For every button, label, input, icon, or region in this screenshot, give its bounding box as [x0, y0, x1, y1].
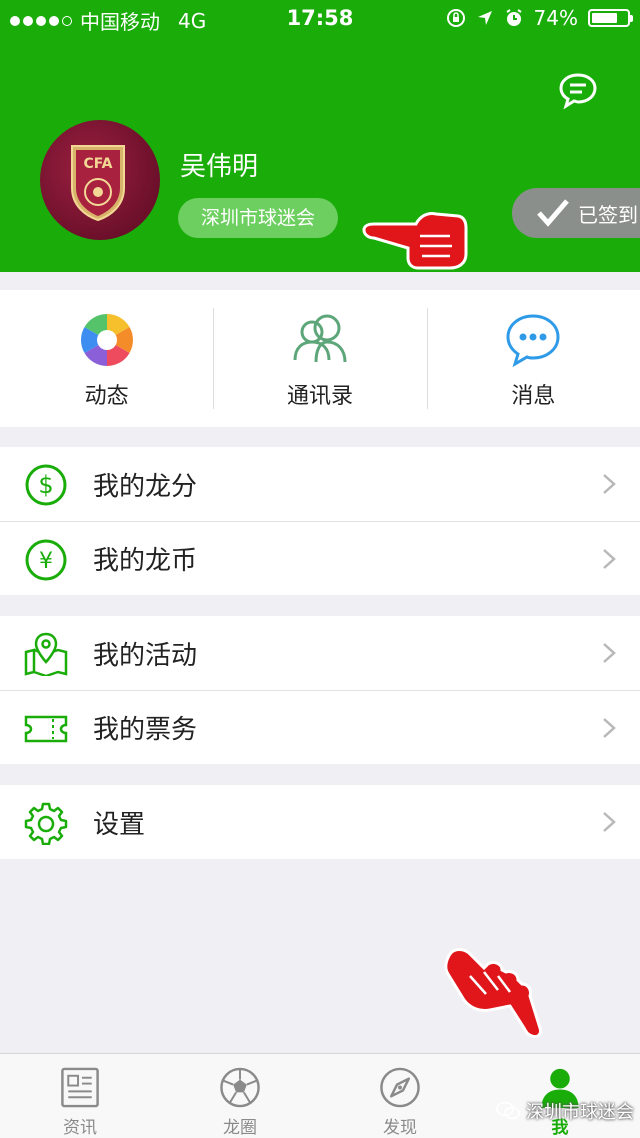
tab-label-circle: 龙圈 [223, 1118, 257, 1138]
chevron-right-icon [603, 549, 616, 569]
svg-text:$: $ [38, 471, 53, 499]
watermark: 深圳市球迷会 [496, 1098, 634, 1124]
gear-icon [24, 802, 68, 845]
battery-icon [588, 9, 633, 27]
ticket-icon [24, 715, 68, 743]
quick-item-messages[interactable]: 消息 [426, 290, 640, 427]
quick-item-contacts[interactable]: 通讯录 [213, 290, 426, 427]
tab-news[interactable]: 资讯 [0, 1054, 160, 1138]
menu-group-events: 我的活动 我的票务 [0, 616, 640, 764]
menu-item-settings[interactable]: 设置 [0, 785, 640, 859]
tab-label-news: 资讯 [63, 1118, 97, 1138]
menu-item-coins[interactable]: ¥ 我的龙币 [0, 521, 640, 595]
alarm-icon [505, 9, 522, 26]
menu-label-coins: 我的龙币 [93, 546, 198, 576]
menu-label-activities: 我的活动 [93, 640, 198, 671]
menu-item-activities[interactable]: 我的活动 [0, 616, 640, 690]
club-badge[interactable]: 深圳市球迷会 [178, 198, 338, 238]
moments-icon [80, 314, 133, 366]
chevron-right-icon [603, 474, 616, 494]
tab-label-discover: 发现 [383, 1118, 417, 1138]
message-icon [506, 314, 560, 368]
watermark-text: 深圳市球迷会 [526, 1102, 634, 1123]
svg-text:CFA: CFA [83, 156, 112, 172]
wechat-logo-icon [496, 1101, 520, 1120]
quick-item-moments[interactable]: 动态 [0, 290, 213, 427]
status-right: 74% [446, 6, 633, 30]
checkmark-icon [537, 199, 569, 227]
map-pin-icon [24, 632, 68, 676]
status-bar: 中国移动 4G 17:58 74% [0, 0, 640, 38]
quick-actions: 动态 通讯录 消息 [0, 290, 640, 427]
checkin-button[interactable]: 已签到 [512, 188, 640, 238]
menu-label-settings: 设置 [93, 809, 146, 840]
news-icon [61, 1067, 99, 1108]
chat-bubble-icon[interactable] [558, 70, 598, 110]
contacts-icon [293, 314, 347, 363]
menu-label-tickets: 我的票务 [93, 715, 198, 745]
cfa-crest-logo: CFA [71, 145, 125, 222]
pointing-hand-left-icon [362, 212, 468, 270]
tab-me[interactable]: 我 [480, 1054, 640, 1138]
chevron-right-icon [603, 718, 616, 738]
dollar-icon: $ [25, 464, 67, 506]
yen-icon: ¥ [25, 539, 67, 581]
tab-circle[interactable]: 龙圈 [160, 1054, 320, 1138]
menu-item-points[interactable]: $ 我的龙分 [0, 447, 640, 521]
chevron-right-icon [603, 812, 616, 832]
quick-label-messages: 消息 [511, 384, 556, 409]
svg-text:¥: ¥ [39, 549, 53, 574]
menu-item-tickets[interactable]: 我的票务 [0, 690, 640, 764]
menu-group-wallet: $ 我的龙分 ¥ 我的龙币 [0, 447, 640, 595]
tab-discover[interactable]: 发现 [320, 1054, 480, 1138]
rotation-lock-icon [446, 9, 465, 27]
compass-icon [380, 1067, 420, 1108]
avatar[interactable]: CFA [40, 120, 160, 240]
username: 吴伟明 [180, 152, 259, 182]
tab-bar: 资讯 龙圈 发现 我 [0, 1053, 640, 1138]
battery-percent: 74% [533, 6, 578, 30]
menu-label-points: 我的龙分 [93, 471, 198, 502]
checkin-label: 已签到 [578, 202, 638, 227]
pointing-hand-down-icon [444, 948, 542, 1038]
chevron-right-icon [603, 643, 616, 663]
quick-label-moments: 动态 [84, 384, 129, 409]
location-arrow-icon [477, 11, 492, 25]
football-icon [220, 1067, 260, 1108]
profile-header: CFA 吴伟明 深圳市球迷会 已签到 [0, 38, 640, 272]
quick-label-contacts: 通讯录 [286, 384, 353, 409]
menu-group-settings: 设置 [0, 785, 640, 859]
